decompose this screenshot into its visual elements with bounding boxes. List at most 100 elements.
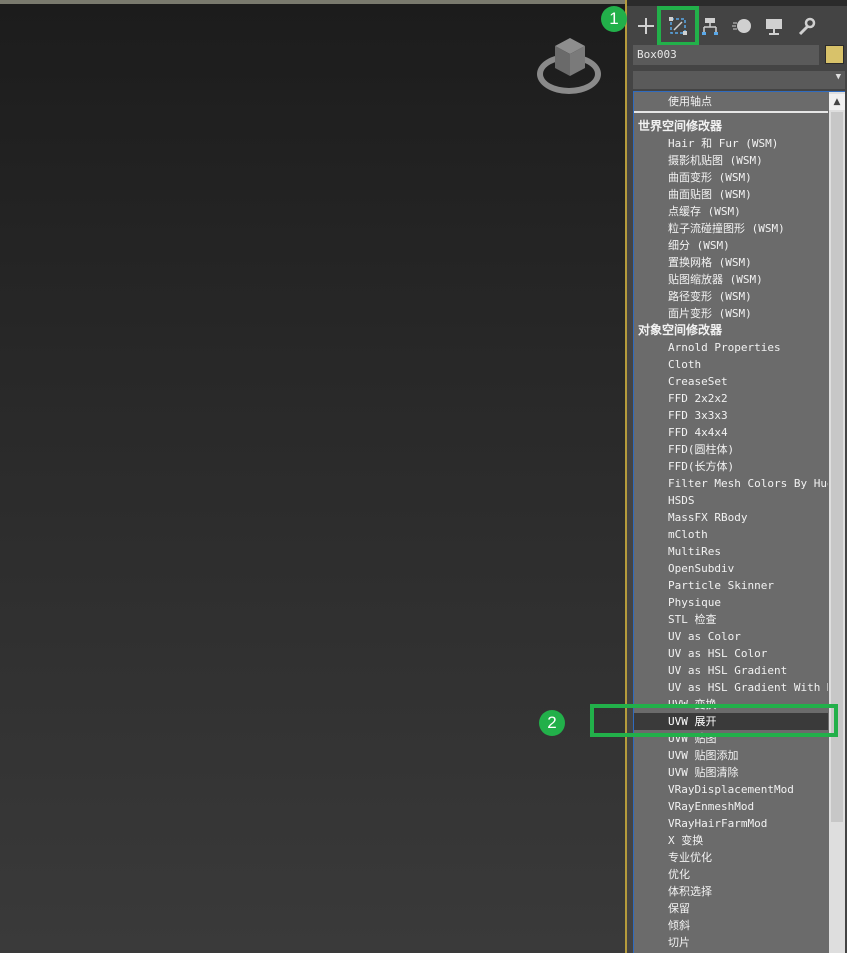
- object-color-swatch[interactable]: [825, 45, 844, 64]
- tab-modify[interactable]: [657, 6, 699, 46]
- tab-display[interactable]: [759, 12, 789, 40]
- modifier-item[interactable]: STL 检查: [634, 611, 828, 628]
- modifier-item-label: 面片变形 (WSM): [668, 307, 752, 320]
- modifier-item[interactable]: UVW 贴图添加: [634, 747, 828, 764]
- modifier-item[interactable]: Cloth: [634, 356, 828, 373]
- modifier-item[interactable]: mCloth: [634, 526, 828, 543]
- modifier-item[interactable]: UV as HSL Gradient: [634, 662, 828, 679]
- modifier-item[interactable]: 置换网格 (WSM): [634, 254, 828, 271]
- modifier-item-label: OpenSubdiv: [668, 562, 735, 575]
- modifier-item[interactable]: FFD 2x2x2: [634, 390, 828, 407]
- modifier-item[interactable]: 曲面变形 (WSM): [634, 169, 828, 186]
- modifier-item-label: UV as HSL Gradient With Mid: [668, 681, 828, 694]
- modifier-item[interactable]: FFD 3x3x3: [634, 407, 828, 424]
- modifier-item[interactable]: 贴图缩放器 (WSM): [634, 271, 828, 288]
- modifier-item[interactable]: VRayEnmeshMod: [634, 798, 828, 815]
- wrench-icon: [798, 17, 816, 36]
- viewport-top-edge: [0, 0, 625, 4]
- modifier-item[interactable]: 面片变形 (WSM): [634, 305, 828, 322]
- modifier-item-label: 细分 (WSM): [668, 239, 730, 252]
- plus-icon: [638, 18, 654, 34]
- display-icon: [766, 19, 782, 35]
- modifier-item[interactable]: VRayDisplacementMod: [634, 781, 828, 798]
- modifier-item[interactable]: 点缓存 (WSM): [634, 203, 828, 220]
- modifier-item-label: 点缓存 (WSM): [668, 205, 741, 218]
- modifier-item[interactable]: VRayHairFarmMod: [634, 815, 828, 832]
- modifier-item[interactable]: MassFX RBody: [634, 509, 828, 526]
- modifier-item[interactable]: FFD 4x4x4: [634, 424, 828, 441]
- modifier-item-label: VRayDisplacementMod: [668, 783, 794, 796]
- modifier-item-label: UVW 贴图清除: [668, 766, 739, 779]
- modifier-item[interactable]: UV as HSL Gradient With Mid: [634, 679, 828, 696]
- modifier-item[interactable]: X 变换: [634, 832, 828, 849]
- modifier-item[interactable]: 倾斜: [634, 917, 828, 934]
- modifier-item-label: 倾斜: [668, 919, 690, 932]
- modifier-item[interactable]: UVW 贴图清除: [634, 764, 828, 781]
- modifier-item-label: Physique: [668, 596, 721, 609]
- modifier-list[interactable]: 使用轴点世界空间修改器 Hair 和 Fur (WSM) 摄影机贴图 (WSM) 曲面…: [633, 91, 845, 953]
- modifier-item[interactable]: Filter Mesh Colors By Hue: [634, 475, 828, 492]
- modifier-item[interactable]: HSDS: [634, 492, 828, 509]
- modifier-item-label: X 变换: [668, 834, 704, 847]
- tab-hierarchy[interactable]: [695, 12, 725, 40]
- object-name-field[interactable]: Box003: [633, 45, 819, 65]
- modifier-item[interactable]: FFD(圆柱体): [634, 441, 828, 458]
- view-cube-box[interactable]: [553, 36, 587, 80]
- modifier-item[interactable]: MultiRes: [634, 543, 828, 560]
- modifier-item-label: FFD(圆柱体): [668, 443, 735, 456]
- modifier-item[interactable]: 切片: [634, 934, 828, 951]
- highlight-uvw-unwrap: [590, 704, 838, 737]
- modifier-item[interactable]: 曲面贴图 (WSM): [634, 186, 828, 203]
- modifier-item[interactable]: 保留: [634, 900, 828, 917]
- modifier-item-label: Arnold Properties: [668, 341, 781, 354]
- tab-create[interactable]: [631, 12, 661, 40]
- modifier-item[interactable]: 体积选择: [634, 883, 828, 900]
- modifier-list-dropdown[interactable]: ▼: [633, 71, 845, 89]
- tab-utilities[interactable]: [791, 12, 821, 40]
- modifier-item[interactable]: Hair 和 Fur (WSM): [634, 135, 828, 152]
- modifier-item[interactable]: 路径变形 (WSM): [634, 288, 828, 305]
- modifier-item-label: 世界空间修改器: [638, 119, 723, 133]
- command-panel: Box003 ▼ 使用轴点世界空间修改器 Hair 和 Fur (WSM) 摄影机贴…: [627, 0, 847, 953]
- modifier-list-scrollbar[interactable]: ▲: [829, 92, 845, 953]
- chevron-down-icon[interactable]: ▼: [836, 72, 841, 82]
- modifier-item-label: UVW 贴图添加: [668, 749, 739, 762]
- modifier-item[interactable]: 专业优化: [634, 849, 828, 866]
- modifier-item-label: UV as HSL Gradient: [668, 664, 788, 677]
- modifier-category-header: 对象空间修改器: [634, 322, 828, 339]
- modifier-item[interactable]: 优化: [634, 866, 828, 883]
- view-cube-icon[interactable]: [535, 32, 605, 100]
- modifier-item-label: 体积选择: [668, 885, 712, 898]
- modifier-item-label: Particle Skinner: [668, 579, 774, 592]
- modifier-item-label: mCloth: [668, 528, 708, 541]
- modify-icon: [669, 17, 687, 35]
- modifier-item-label: MassFX RBody: [668, 511, 748, 524]
- modifier-item[interactable]: Particle Skinner: [634, 577, 828, 594]
- modifier-item-label: FFD(长方体): [668, 460, 735, 473]
- modifier-item-label: FFD 4x4x4: [668, 426, 728, 439]
- modifier-item-label: 路径变形 (WSM): [668, 290, 752, 303]
- modifier-item[interactable]: UV as Color: [634, 628, 828, 645]
- modifier-item-label: FFD 2x2x2: [668, 392, 728, 405]
- modifier-item[interactable]: Arnold Properties: [634, 339, 828, 356]
- modifier-item[interactable]: 摄影机贴图 (WSM): [634, 152, 828, 169]
- perspective-viewport[interactable]: [0, 0, 625, 953]
- modifier-item[interactable]: OpenSubdiv: [634, 560, 828, 577]
- modifier-item[interactable]: FFD(长方体): [634, 458, 828, 475]
- modifier-item[interactable]: 使用轴点: [634, 93, 828, 110]
- modifier-item[interactable]: 粒子流碰撞图形 (WSM): [634, 220, 828, 237]
- modifier-item[interactable]: CreaseSet: [634, 373, 828, 390]
- modifier-item[interactable]: 细分 (WSM): [634, 237, 828, 254]
- modifier-item-label: Cloth: [668, 358, 702, 371]
- motion-icon: [732, 19, 751, 33]
- tab-motion[interactable]: [727, 12, 757, 40]
- modifier-item-label: 摄影机贴图 (WSM): [668, 154, 763, 167]
- modifier-item-label: 专业优化: [668, 851, 712, 864]
- modifier-item-label: 保留: [668, 902, 690, 915]
- scroll-up-arrow-icon[interactable]: ▲: [829, 94, 845, 110]
- modifier-item[interactable]: UV as HSL Color: [634, 645, 828, 662]
- step-badge-1: 1: [601, 6, 627, 32]
- modifier-item-label: 贴图缩放器 (WSM): [668, 273, 763, 286]
- hierarchy-icon: [702, 18, 718, 35]
- modifier-item[interactable]: Physique: [634, 594, 828, 611]
